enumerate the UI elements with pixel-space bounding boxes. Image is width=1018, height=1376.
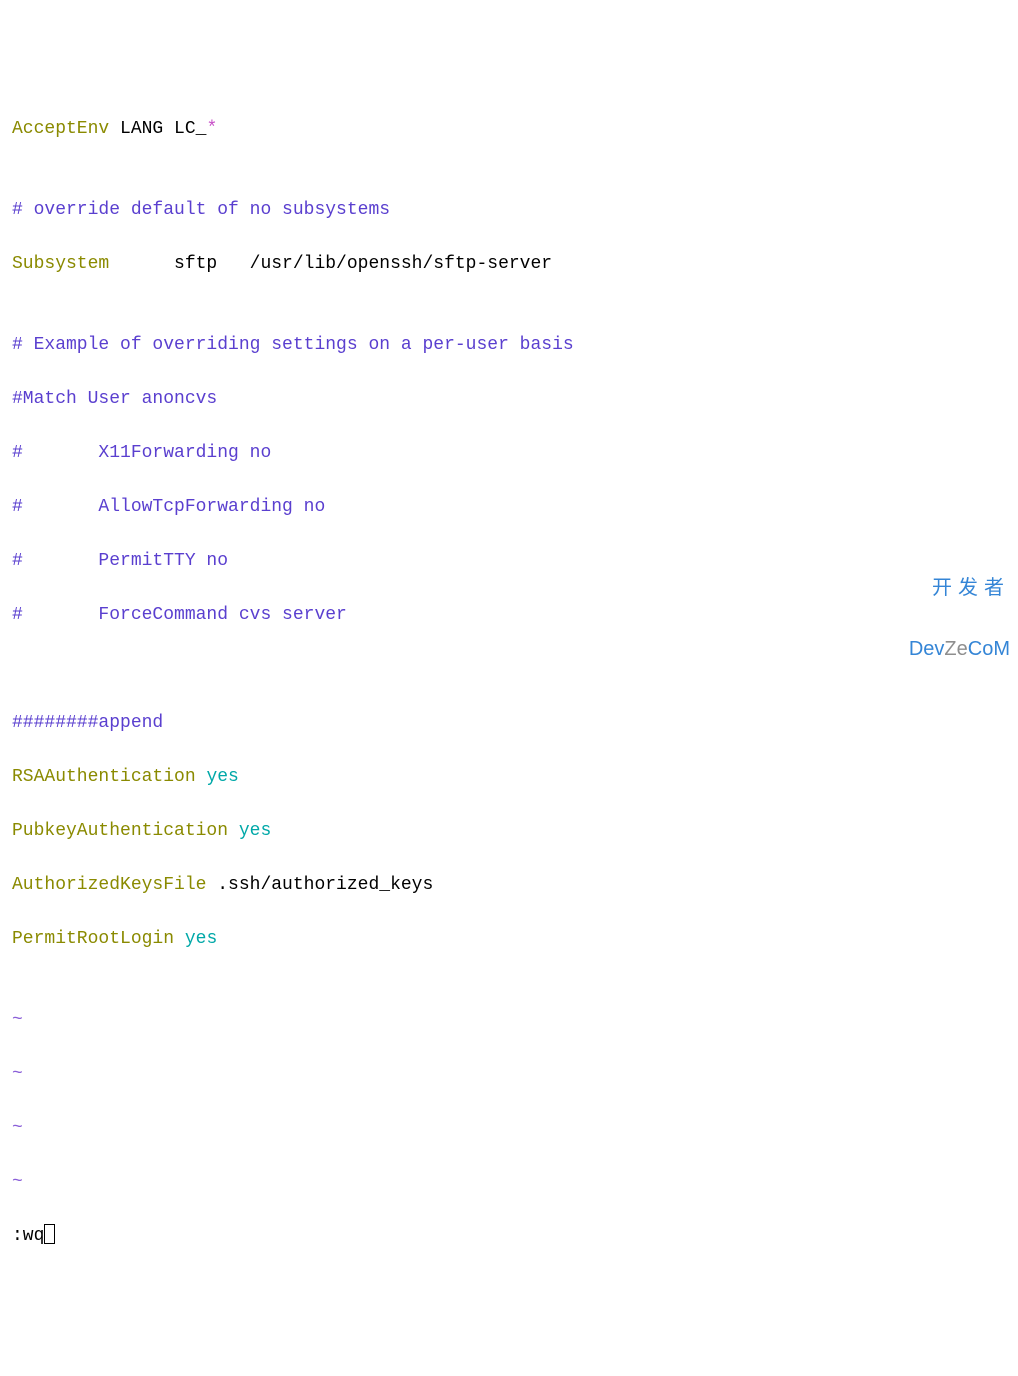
comment-line: # override default of no subsystems xyxy=(12,197,1006,224)
keyword-acceptenv: AcceptEnv xyxy=(12,119,109,139)
space xyxy=(228,821,239,841)
comment-line: # Example of overriding settings on a pe… xyxy=(12,332,1006,359)
keyword-pubkeyauth: PubkeyAuthentication xyxy=(12,821,228,841)
args: LANG LC_ xyxy=(109,119,206,139)
comment-line: ########append xyxy=(12,710,1006,737)
value-yes: yes xyxy=(206,767,238,787)
comment-line: # PermitTTY no xyxy=(12,548,1006,575)
vim-command-text: :wq xyxy=(12,1226,44,1246)
keyword-subsystem: Subsystem xyxy=(12,254,109,274)
keyword-rsaauth: RSAAuthentication xyxy=(12,767,196,787)
vim-empty-line-tilde: ~ xyxy=(12,1169,1006,1196)
watermark-dev: Dev xyxy=(909,638,945,660)
vim-empty-line-tilde: ~ xyxy=(12,1115,1006,1142)
wildcard-star: * xyxy=(206,119,217,139)
space xyxy=(196,767,207,787)
value-yes: yes xyxy=(185,929,217,949)
config-line: AuthorizedKeysFile .ssh/authorized_keys xyxy=(12,872,1006,899)
comment-line: #Match User anoncvs xyxy=(12,386,1006,413)
vim-empty-line-tilde: ~ xyxy=(12,1061,1006,1088)
config-line: AcceptEnv LANG LC_* xyxy=(12,116,1006,143)
watermark-bottom: DevZeCoM xyxy=(909,638,1010,660)
value-yes: yes xyxy=(239,821,271,841)
watermark-top: 开发者 xyxy=(909,577,1010,599)
authkeys-path: .ssh/authorized_keys xyxy=(206,875,433,895)
keyword-authkeysfile: AuthorizedKeysFile xyxy=(12,875,206,895)
config-line: PubkeyAuthentication yes xyxy=(12,818,1006,845)
space xyxy=(174,929,185,949)
watermark-ze: Ze xyxy=(944,638,967,660)
config-line: Subsystem sftp /usr/lib/openssh/sftp-ser… xyxy=(12,251,1006,278)
comment-line: # ForceCommand cvs server xyxy=(12,602,1006,629)
watermark-com: CoM xyxy=(968,638,1010,660)
vim-empty-line-tilde: ~ xyxy=(12,1007,1006,1034)
vim-command-line[interactable]: :wq xyxy=(12,1223,1006,1250)
cursor-icon xyxy=(44,1224,55,1244)
config-line: PermitRootLogin yes xyxy=(12,926,1006,953)
comment-line: # AllowTcpForwarding no xyxy=(12,494,1006,521)
keyword-permitrootlogin: PermitRootLogin xyxy=(12,929,174,949)
comment-line: # X11Forwarding no xyxy=(12,440,1006,467)
subsystem-args: sftp /usr/lib/openssh/sftp-server xyxy=(109,254,552,274)
config-line: RSAAuthentication yes xyxy=(12,764,1006,791)
